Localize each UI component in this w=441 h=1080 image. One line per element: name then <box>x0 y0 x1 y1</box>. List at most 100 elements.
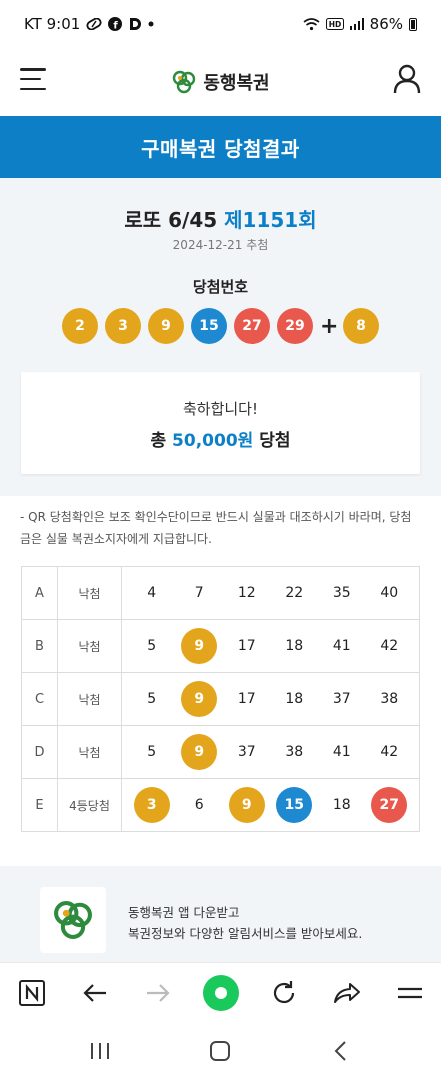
ticket-row: D 낙첨 5 9 37 38 41 42 <box>21 725 420 779</box>
ticket-number: 37 <box>332 691 351 707</box>
ticket-number: 41 <box>332 638 351 654</box>
forward-button[interactable] <box>138 973 178 1013</box>
winning-ball: 27 <box>234 308 270 344</box>
game-numbers: 5 9 17 18 37 38 <box>121 672 420 726</box>
promo-line-2: 복권정보와 다양한 알림서비스를 받아보세요. <box>128 926 363 941</box>
game-letter: C <box>21 672 58 726</box>
ticket-number: 18 <box>332 797 351 813</box>
game-numbers: 4 7 12 22 35 40 <box>121 566 420 620</box>
numbers-row: 3 6 9 15 18 27 <box>122 787 419 823</box>
back-button[interactable] <box>75 973 115 1013</box>
menu-line <box>20 87 46 90</box>
status-bar: KT 9:01 f HD 86% <box>0 0 441 48</box>
facebook-icon: f <box>108 17 123 32</box>
prize-prefix: 총 <box>150 431 167 451</box>
svg-text:f: f <box>114 21 119 32</box>
ticket-number: 4 <box>147 585 157 601</box>
clover-logo-icon <box>54 901 92 939</box>
winning-ball: 29 <box>277 308 313 344</box>
numbers-row: 4 7 12 22 35 40 <box>122 575 419 611</box>
ticket-row: E 4등당첨 3 6 9 15 18 27 <box>21 778 420 832</box>
page-title: 구매복권 당첨결과 <box>0 116 441 178</box>
winning-numbers: 2 3 9 15 27 29 + 8 <box>0 308 441 344</box>
game-letter: B <box>21 619 58 673</box>
app-promo-banner[interactable]: 동행복권 앱 다운받고 복권정보와 다양한 알림서비스를 받아보세요. <box>0 866 441 962</box>
carrier-time: KT 9:01 <box>24 15 81 33</box>
ticket-number: 22 <box>285 585 304 601</box>
hamburger-menu-button[interactable] <box>20 68 46 90</box>
home-square-icon <box>210 1041 231 1061</box>
app-header: 동행복권 <box>0 48 441 116</box>
promo-line-1: 동행복권 앱 다운받고 <box>128 905 240 920</box>
numbers-row: 5 9 17 18 37 38 <box>122 681 419 717</box>
game-name: 로또 6/45 <box>124 208 218 232</box>
back-arrow-icon <box>82 983 106 1002</box>
pill-icon <box>86 18 102 30</box>
matched-number: 9 <box>181 681 218 717</box>
recent-apps-icon <box>91 1043 110 1059</box>
signal-icon <box>349 18 364 30</box>
user-account-button[interactable] <box>393 64 421 94</box>
battery-percent: 86% <box>369 15 403 33</box>
naver-n-icon <box>18 979 45 1006</box>
browser-menu-button[interactable] <box>390 973 430 1013</box>
wifi-icon <box>303 17 320 31</box>
system-home-button[interactable] <box>200 1031 240 1071</box>
ticket-number: 40 <box>380 585 399 601</box>
user-icon <box>393 64 421 94</box>
draw-round: 제1151회 <box>224 208 317 232</box>
share-button[interactable] <box>327 973 367 1013</box>
matched-number: 3 <box>133 787 170 823</box>
ticket-number: 5 <box>147 744 157 760</box>
winning-ball: 2 <box>62 308 98 344</box>
ticket-number: 7 <box>194 585 204 601</box>
ticket-number: 38 <box>285 744 304 760</box>
ticket-row: C 낙첨 5 9 17 18 37 38 <box>21 672 420 726</box>
game-letter: D <box>21 725 58 779</box>
refresh-button[interactable] <box>264 973 304 1013</box>
winning-ball: 15 <box>191 308 227 344</box>
d-app-icon <box>128 17 142 31</box>
matched-number: 27 <box>371 787 408 823</box>
draw-title: 로또 6/45 제1151회 <box>0 204 441 233</box>
game-letter: A <box>21 566 58 620</box>
ticket-number: 42 <box>380 744 399 760</box>
system-navigation-bar <box>0 1022 441 1080</box>
naver-home-button[interactable] <box>12 973 52 1013</box>
winning-ball: 3 <box>105 308 141 344</box>
home-icon <box>202 974 239 1011</box>
menu-icon <box>397 987 422 998</box>
refresh-icon <box>273 980 294 1003</box>
browser-toolbar <box>0 962 441 1022</box>
ticket-number: 18 <box>285 638 304 654</box>
ticket-number: 17 <box>237 691 256 707</box>
forward-arrow-icon <box>146 983 170 1002</box>
bonus-ball: 8 <box>343 308 379 344</box>
home-button[interactable] <box>201 973 241 1013</box>
ticket-number: 5 <box>147 638 157 654</box>
app-logo <box>40 887 106 953</box>
game-letter: E <box>21 778 58 832</box>
ticket-number: 6 <box>194 797 204 813</box>
plus-sign: + <box>320 313 339 339</box>
matched-number: 9 <box>181 628 218 664</box>
game-result: 낙첨 <box>57 725 122 779</box>
ticket-number: 38 <box>380 691 399 707</box>
winning-ball: 9 <box>148 308 184 344</box>
dot-icon <box>148 21 154 27</box>
game-numbers: 5 9 17 18 41 42 <box>121 619 420 673</box>
prize-result-card: 축하합니다! 총 50,000원 당첨 <box>21 372 420 474</box>
game-numbers: 5 9 37 38 41 42 <box>121 725 420 779</box>
ticket-number: 17 <box>237 638 256 654</box>
ticket-results-table: A 낙첨 4 7 12 22 35 40 B 낙첨 5 9 17 18 41 42 C 낙첨 5 9 17 18 37 38 D… <box>21 566 420 832</box>
ticket-row: B 낙첨 5 9 17 18 41 42 <box>21 619 420 673</box>
status-right: HD 86% <box>303 15 417 33</box>
matched-number: 9 <box>228 787 265 823</box>
game-result: 낙첨 <box>57 619 122 673</box>
ticket-number: 41 <box>332 744 351 760</box>
system-back-button[interactable] <box>321 1031 361 1071</box>
ticket-row: A 낙첨 4 7 12 22 35 40 <box>21 566 420 620</box>
game-numbers: 3 6 9 15 18 27 <box>121 778 420 832</box>
recent-apps-button[interactable] <box>80 1031 120 1071</box>
site-logo[interactable]: 동행복권 <box>171 69 270 95</box>
